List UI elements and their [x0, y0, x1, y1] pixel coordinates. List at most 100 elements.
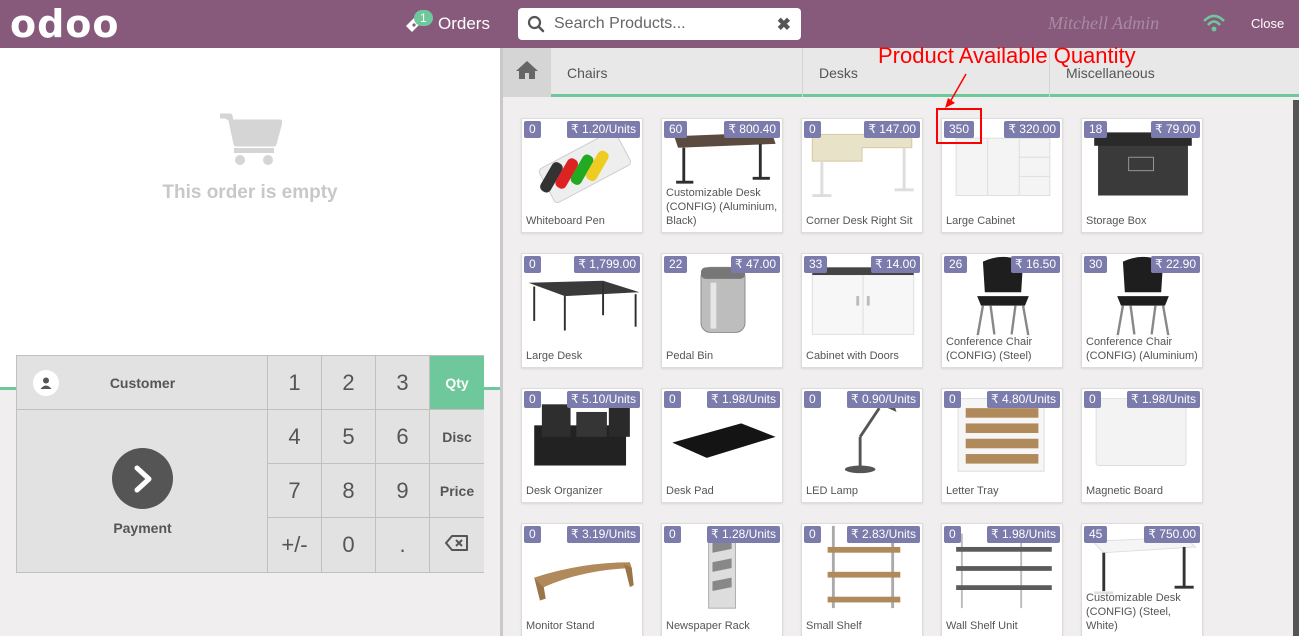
product-name: Conference Chair (CONFIG) (Steel) — [946, 335, 1060, 363]
product-price-tag: ₹ 1.98/Units — [707, 391, 780, 408]
numpad-key-3[interactable]: 3 — [376, 356, 430, 410]
product-available-qty-badge: 22 — [664, 256, 688, 273]
product-card[interactable]: 0 ₹ 2.83/Units Small Shelf — [801, 523, 923, 636]
product-price-tag: ₹ 1.28/Units — [707, 526, 780, 543]
product-available-qty-badge: 60 — [664, 121, 688, 138]
price-mode-button[interactable]: Price — [430, 464, 484, 518]
product-name: Desk Organizer — [526, 484, 640, 498]
scrollbar[interactable] — [1293, 100, 1299, 636]
product-price-tag: ₹ 16.50 — [1011, 256, 1060, 273]
product-card[interactable]: 0 ₹ 1.20/Units Whiteboard Pen — [521, 118, 643, 233]
product-name: Pedal Bin — [666, 349, 780, 363]
order-container: This order is empty — [0, 48, 500, 390]
numpad-key-5[interactable]: 5 — [322, 410, 376, 464]
search-icon — [518, 15, 554, 33]
product-card[interactable]: 350 ₹ 320.00 Large Cabinet — [941, 118, 1063, 233]
product-card[interactable]: 30 ₹ 22.90 Conference Chair (CONFIG) (Alum… — [1081, 253, 1203, 368]
product-name: Whiteboard Pen — [526, 214, 640, 228]
product-card[interactable]: 0 ₹ 1.98/Units Desk Pad — [661, 388, 783, 503]
qty-mode-button[interactable]: Qty — [430, 356, 484, 410]
product-card[interactable]: 45 ₹ 750.00 Customizable Desk (CONFIG) (St… — [1081, 523, 1203, 636]
top-bar: odoo 1 Orders ✖ Mitchell Admin Close — [0, 0, 1299, 48]
numpad-key-7[interactable]: 7 — [268, 464, 322, 518]
payment-label: Payment — [113, 520, 172, 536]
product-name: Customizable Desk (CONFIG) (Aluminium, B… — [666, 186, 780, 228]
product-price-tag: ₹ 22.90 — [1151, 256, 1200, 273]
wifi-icon — [1202, 14, 1226, 37]
product-price-tag: ₹ 14.00 — [871, 256, 920, 273]
payment-button[interactable]: Payment — [17, 410, 268, 573]
home-category-button[interactable] — [503, 48, 551, 97]
product-name: LED Lamp — [806, 484, 920, 498]
backspace-button[interactable] — [430, 518, 484, 572]
product-card[interactable]: 0 ₹ 1,799.00 Large Desk — [521, 253, 643, 368]
product-price-tag: ₹ 4.80/Units — [987, 391, 1060, 408]
product-card[interactable]: 33 ₹ 14.00 Cabinet with Doors — [801, 253, 923, 368]
product-price-tag: ₹ 1.20/Units — [567, 121, 640, 138]
numpad-key-2[interactable]: 2 — [322, 356, 376, 410]
numpad-key-dot[interactable]: . — [376, 518, 430, 572]
close-button[interactable]: Close — [1251, 16, 1284, 31]
product-available-qty-badge: 0 — [664, 526, 681, 543]
product-card[interactable]: 0 ₹ 1.28/Units Newspaper Rack — [661, 523, 783, 636]
product-name: Small Shelf — [806, 619, 920, 633]
product-price-tag: ₹ 1.98/Units — [1127, 391, 1200, 408]
numpad-key-9[interactable]: 9 — [376, 464, 430, 518]
customer-button[interactable]: Customer — [17, 356, 268, 410]
disc-mode-button[interactable]: Disc — [430, 410, 484, 464]
product-card[interactable]: 0 ₹ 5.10/Units Desk Organizer — [521, 388, 643, 503]
product-name: Cabinet with Doors — [806, 349, 920, 363]
product-name: Newspaper Rack — [666, 619, 780, 633]
product-price-tag: ₹ 1.98/Units — [987, 526, 1060, 543]
product-card[interactable]: 0 ₹ 0.90/Units LED Lamp — [801, 388, 923, 503]
product-price-tag: ₹ 0.90/Units — [847, 391, 920, 408]
numpad-key-6[interactable]: 6 — [376, 410, 430, 464]
chevron-right-icon — [112, 448, 173, 509]
customer-label: Customer — [109, 375, 176, 391]
product-available-qty-badge: 0 — [664, 391, 681, 408]
numpad-key-plus-minus[interactable]: +/- — [268, 518, 322, 572]
numpad-key-8[interactable]: 8 — [322, 464, 376, 518]
product-available-qty-badge: 0 — [944, 526, 961, 543]
product-available-qty-badge: 45 — [1084, 526, 1108, 543]
product-card[interactable]: 26 ₹ 16.50 Conference Chair (CONFIG) (Stee… — [941, 253, 1063, 368]
numpad-key-0[interactable]: 0 — [322, 518, 376, 572]
product-name: Large Cabinet — [946, 214, 1060, 228]
orders-count-badge: 1 — [414, 10, 433, 26]
product-price-tag: ₹ 79.00 — [1151, 121, 1200, 138]
product-card[interactable]: 0 ₹ 4.80/Units Letter Tray — [941, 388, 1063, 503]
orders-label: Orders — [438, 14, 490, 33]
numpad-key-4[interactable]: 4 — [268, 410, 322, 464]
product-card[interactable]: 0 ₹ 1.98/Units Magnetic Board — [1081, 388, 1203, 503]
clear-search-icon[interactable]: ✖ — [777, 15, 791, 35]
category-chairs[interactable]: Chairs — [551, 48, 803, 97]
product-available-qty-badge: 0 — [524, 526, 541, 543]
product-card[interactable]: 60 ₹ 800.40 Customizable Desk (CONFIG) (Al… — [661, 118, 783, 233]
orders-button[interactable]: 1 Orders — [404, 10, 490, 38]
product-card[interactable]: 0 ₹ 147.00 Corner Desk Right Sit — [801, 118, 923, 233]
product-card[interactable]: 18 ₹ 79.00 Storage Box — [1081, 118, 1203, 233]
product-available-qty-badge: 26 — [944, 256, 968, 273]
numpad-key-1[interactable]: 1 — [268, 356, 322, 410]
left-pane: This order is empty Customer Payment 1 2… — [0, 48, 500, 636]
search-input[interactable] — [554, 15, 764, 33]
product-available-qty-badge: 0 — [524, 121, 541, 138]
product-available-qty-badge: 0 — [524, 391, 541, 408]
control-pad: Customer Payment 1 2 3 Qty 4 5 6 Disc 7 … — [16, 355, 484, 573]
product-card[interactable]: 0 ₹ 3.19/Units Monitor Stand — [521, 523, 643, 636]
backspace-icon — [445, 534, 469, 556]
product-available-qty-badge: 350 — [944, 121, 975, 138]
product-price-tag: ₹ 750.00 — [1144, 526, 1200, 543]
empty-order-text: This order is empty — [162, 182, 338, 203]
product-price-tag: ₹ 5.10/Units — [567, 391, 640, 408]
odoo-logo: odoo — [10, 2, 120, 46]
product-available-qty-badge: 0 — [944, 391, 961, 408]
product-available-qty-badge: 0 — [1084, 391, 1101, 408]
product-name: Corner Desk Right Sit — [806, 214, 920, 228]
product-available-qty-badge: 0 — [804, 391, 821, 408]
product-card[interactable]: 0 ₹ 1.98/Units Wall Shelf Unit — [941, 523, 1063, 636]
product-price-tag: ₹ 2.83/Units — [847, 526, 920, 543]
product-available-qty-badge: 0 — [804, 121, 821, 138]
product-card[interactable]: 22 ₹ 47.00 Pedal Bin — [661, 253, 783, 368]
product-price-tag: ₹ 47.00 — [731, 256, 780, 273]
